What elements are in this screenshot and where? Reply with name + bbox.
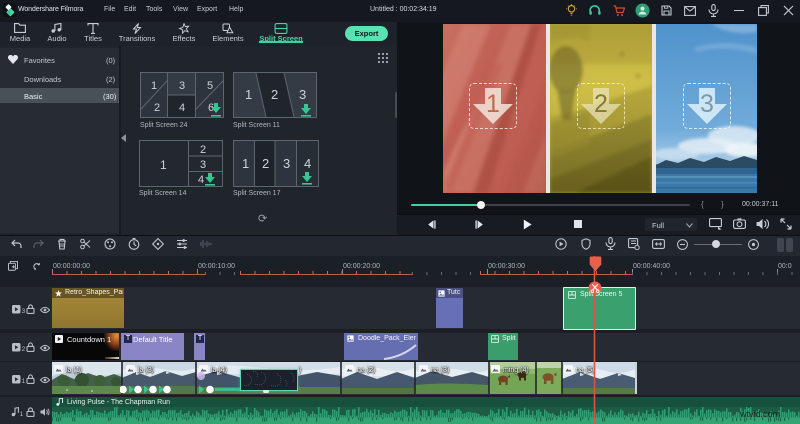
svg-text:1: 1 [160,158,167,172]
svg-text:1: 1 [242,156,249,171]
svg-text:2: 2 [200,144,206,156]
svg-text:1: 1 [20,411,24,417]
svg-text:2: 2 [154,102,160,114]
svg-text:3: 3 [200,159,206,171]
svg-text:3: 3 [179,80,185,92]
svg-text:5: 5 [207,80,213,92]
svg-text:3: 3 [299,87,306,102]
svg-text:4: 4 [304,156,311,171]
svg-text:1: 1 [245,87,252,102]
svg-text:3: 3 [22,308,25,314]
svg-text:2: 2 [271,87,278,102]
svg-text:4: 4 [198,174,204,186]
svg-text:1: 1 [22,378,25,384]
svg-text:2: 2 [262,156,269,171]
svg-text:2: 2 [22,346,25,352]
svg-text:3: 3 [283,156,290,171]
svg-text:1: 1 [151,80,157,92]
svg-text:4: 4 [179,102,185,114]
